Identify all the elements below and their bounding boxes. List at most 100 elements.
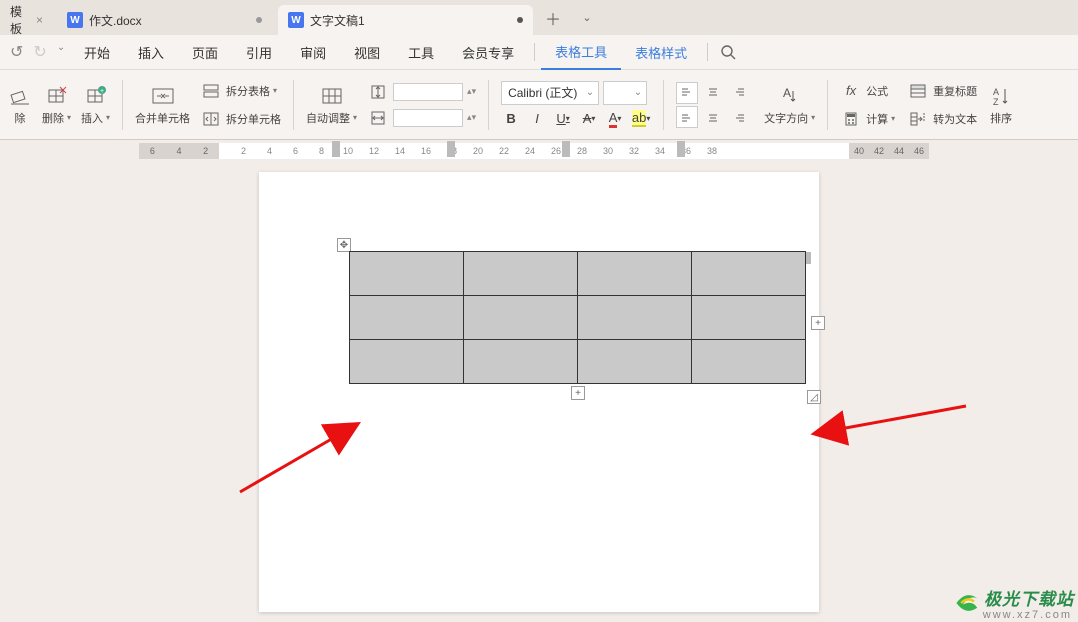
row-height-icon — [367, 81, 389, 103]
menu-tools[interactable]: 工具 — [394, 35, 448, 70]
repeat-header-button[interactable]: 重复标题 — [907, 80, 977, 102]
table-add-row-handle[interactable]: + — [571, 386, 585, 400]
menu-insert[interactable]: 插入 — [124, 35, 178, 70]
calculator-icon — [840, 108, 862, 130]
menu-page[interactable]: 页面 — [178, 35, 232, 70]
table-cell[interactable] — [578, 252, 692, 296]
text-direction-button[interactable]: A 文字方向 — [760, 82, 819, 128]
new-tab-button[interactable]: ＋ — [539, 4, 567, 32]
horizontal-ruler[interactable]: 6 4 2 2 4 6 8 10 12 14 16 18 20 22 24 26… — [0, 140, 1078, 162]
table-row[interactable] — [350, 340, 806, 384]
table-cell[interactable] — [350, 296, 464, 340]
ruler-column-marker[interactable] — [447, 141, 455, 161]
undo-icon[interactable]: ↺ — [10, 42, 23, 62]
merge-cells-button[interactable]: 合并单元格 — [131, 82, 194, 128]
table-move-handle[interactable]: ✥ — [337, 238, 351, 252]
menu-table-tools[interactable]: 表格工具 — [541, 35, 621, 70]
align-mid-center[interactable] — [702, 106, 724, 128]
menu-table-style[interactable]: 表格样式 — [621, 35, 701, 70]
tab-template[interactable]: 模板 × — [0, 5, 45, 35]
table-cell[interactable] — [350, 340, 464, 384]
table-cell[interactable] — [692, 340, 806, 384]
table-cell[interactable] — [350, 252, 464, 296]
separator — [122, 80, 123, 130]
menu-review[interactable]: 审阅 — [286, 35, 340, 70]
calculate-button[interactable]: 计算 — [840, 108, 895, 130]
tabs-dropdown-icon[interactable]: ⌄ — [573, 4, 601, 32]
row-height-button[interactable]: ▴▾ — [367, 81, 476, 103]
close-icon[interactable]: × — [36, 13, 43, 27]
split-table-icon — [200, 80, 222, 102]
menu-ref[interactable]: 引用 — [232, 35, 286, 70]
insert-button[interactable]: + 插入 — [77, 82, 114, 128]
align-mid-left[interactable] — [676, 106, 698, 128]
align-top-center[interactable] — [702, 82, 724, 104]
document-canvas[interactable]: ✥ + + ◿ — [0, 162, 1078, 622]
selected-table[interactable] — [349, 251, 806, 384]
merge-icon — [151, 84, 175, 108]
tab-doc2[interactable]: W 文字文稿1 — [278, 5, 533, 35]
table-cell[interactable] — [464, 340, 578, 384]
table-row[interactable] — [350, 296, 806, 340]
table-add-column-handle[interactable]: + — [811, 316, 825, 330]
underline-button[interactable]: U▾ — [553, 109, 573, 129]
watermark: 极光下载站 www.xz7.com — [950, 585, 1074, 620]
font-size-select[interactable] — [603, 81, 647, 105]
document-page[interactable]: ✥ + + ◿ — [259, 172, 819, 612]
split-table-button[interactable]: 拆分表格 — [200, 80, 281, 102]
tabs-bar: 模板 × W 作文.docx W 文字文稿1 ＋ ⌄ — [0, 0, 1078, 35]
italic-button[interactable]: I — [527, 109, 547, 129]
table-cell[interactable] — [692, 296, 806, 340]
tab-doc1[interactable]: W 作文.docx — [57, 5, 272, 35]
ruler-column-marker[interactable] — [677, 141, 685, 161]
ruler-column-marker[interactable] — [332, 141, 340, 161]
svg-text:Z: Z — [993, 97, 999, 107]
highlight-icon: ab — [632, 110, 646, 127]
repeat-header-icon — [907, 80, 929, 102]
align-top-right[interactable] — [728, 82, 750, 104]
redo-icon[interactable]: ↻ — [33, 42, 46, 62]
table-cell[interactable] — [464, 296, 578, 340]
autofit-button[interactable]: 自动调整 — [302, 82, 361, 128]
separator — [488, 80, 489, 130]
table-row[interactable] — [350, 252, 806, 296]
bold-button[interactable]: B — [501, 109, 521, 129]
table-cell[interactable] — [578, 340, 692, 384]
separator — [534, 43, 535, 61]
to-text-button[interactable]: 转为文本 — [907, 108, 977, 130]
clear-button[interactable]: 除 — [4, 82, 36, 128]
search-icon[interactable] — [720, 44, 736, 60]
strike-button[interactable]: A▾ — [579, 109, 599, 129]
sort-button[interactable]: AZ 排序 — [985, 82, 1017, 128]
highlight-button[interactable]: ab▾ — [631, 109, 651, 129]
svg-text:+: + — [99, 88, 103, 95]
svg-text:A: A — [783, 86, 791, 100]
text-direction-icon: A — [778, 84, 802, 108]
col-width-button[interactable]: ▴▾ — [367, 107, 476, 129]
ribbon: 除 删除 + 插入 合并单元格 拆分表格 拆分单元格 自动调整 ▴▾ — [0, 70, 1078, 140]
font-family-select[interactable]: Calibri (正文) — [501, 81, 599, 105]
menu-view[interactable]: 视图 — [340, 35, 394, 70]
delete-button[interactable]: 删除 — [38, 82, 75, 128]
table-resize-handle[interactable]: ◿ — [807, 390, 821, 404]
word-icon: W — [67, 12, 83, 28]
svg-text:A: A — [993, 87, 999, 97]
table-cell[interactable] — [692, 252, 806, 296]
align-mid-right[interactable] — [728, 106, 750, 128]
fx-icon: fx — [840, 80, 862, 102]
align-top-left[interactable] — [676, 82, 698, 104]
split-cell-button[interactable]: 拆分单元格 — [200, 108, 281, 130]
tab-label: 模板 — [10, 3, 22, 37]
menu-dropdown-icon[interactable]: ⌄ — [57, 42, 65, 62]
menu-start[interactable]: 开始 — [70, 35, 124, 70]
to-text-icon — [907, 108, 929, 130]
formula-button[interactable]: fx 公式 — [840, 80, 895, 102]
table-cell[interactable] — [578, 296, 692, 340]
modified-dot-icon — [256, 17, 262, 23]
font-color-button[interactable]: A▾ — [605, 109, 625, 129]
table-cell[interactable] — [464, 252, 578, 296]
watermark-brand: 极光下载站 — [984, 590, 1074, 609]
word-icon: W — [288, 12, 304, 28]
menu-member[interactable]: 会员专享 — [448, 35, 528, 70]
ruler-column-marker[interactable] — [562, 141, 570, 161]
